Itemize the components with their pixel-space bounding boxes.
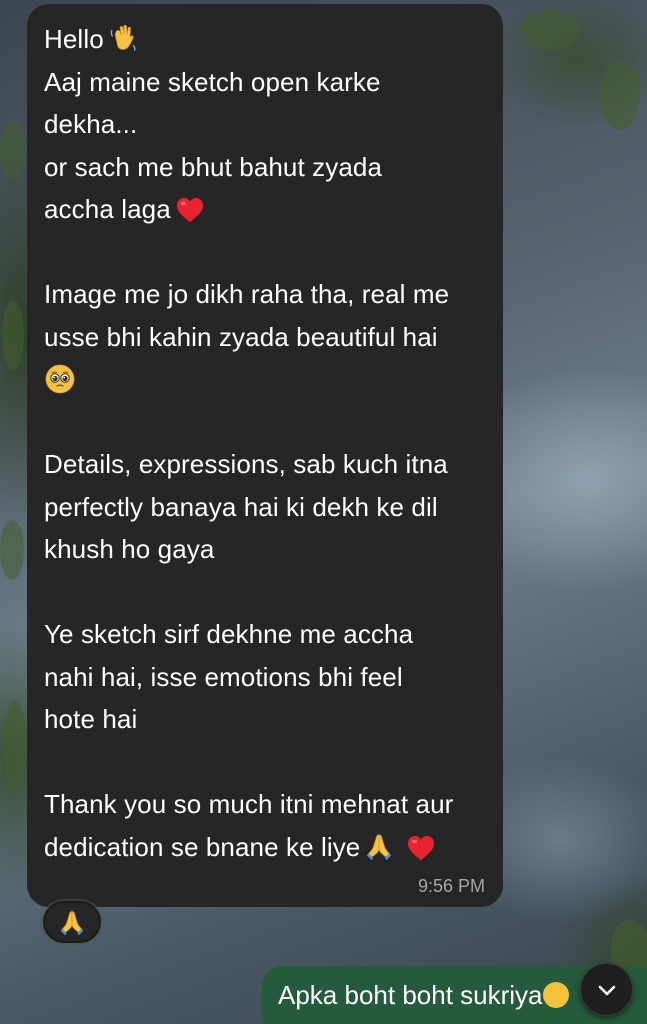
incoming-message-bubble[interactable]: Hello Aaj maine sketch open karke dekha.…: [27, 4, 503, 907]
background-foliage: [2, 300, 24, 370]
message-line: Image me jo dikh raha tha, real me: [44, 279, 450, 309]
background-foliage: [0, 120, 26, 180]
folded-hands-emoji-icon: [367, 833, 392, 860]
outgoing-message-text: Apka boht boht sukriya: [278, 980, 543, 1010]
background-foliage: [600, 60, 640, 130]
background-foliage: [4, 700, 26, 790]
chevron-down-icon: [598, 985, 615, 995]
message-line: Hello: [44, 24, 104, 54]
message-line: perfectly banaya hai ki dekh ke dil: [44, 491, 438, 522]
message-line: Aaj maine sketch open karke: [44, 66, 381, 97]
message-reaction[interactable]: [43, 901, 101, 943]
waving-hand-emoji-icon: [110, 24, 136, 51]
message-line: Ye sketch sirf dekhne me accha: [44, 619, 414, 649]
scroll-to-bottom-button[interactable]: [580, 963, 633, 1016]
message-line: nahi hai, isse emotions bhi feel: [44, 661, 403, 692]
red-heart-emoji-icon: [407, 835, 434, 860]
folded-hands-emoji-icon: [60, 911, 84, 936]
message-line: usse bhi kahin zyada beautiful hai: [44, 321, 438, 352]
message-line: accha laga: [44, 194, 171, 224]
message-line: or sach me bhut bahut zyada: [44, 151, 383, 182]
red-heart-emoji-icon: [176, 197, 203, 223]
smiling-face-emoji-icon: [542, 982, 569, 1008]
message-line: dedication se bnane ke liye: [44, 831, 361, 862]
message-line: hote hai: [44, 704, 138, 734]
message-line: Details, expressions, sab kuch itna: [44, 449, 448, 479]
background-foliage: [0, 520, 24, 580]
background-foliage: [520, 10, 580, 50]
message-line: dekha...: [44, 109, 138, 139]
message-line: Thank you so much itni mehnat aur: [44, 789, 454, 819]
message-body: Hello Aaj maine sketch open karke dekha.…: [44, 18, 485, 868]
message-line: khush ho gaya: [44, 534, 215, 564]
pleading-face-emoji-icon: [45, 364, 75, 394]
message-timestamp: 9:56 PM: [417, 876, 485, 896]
